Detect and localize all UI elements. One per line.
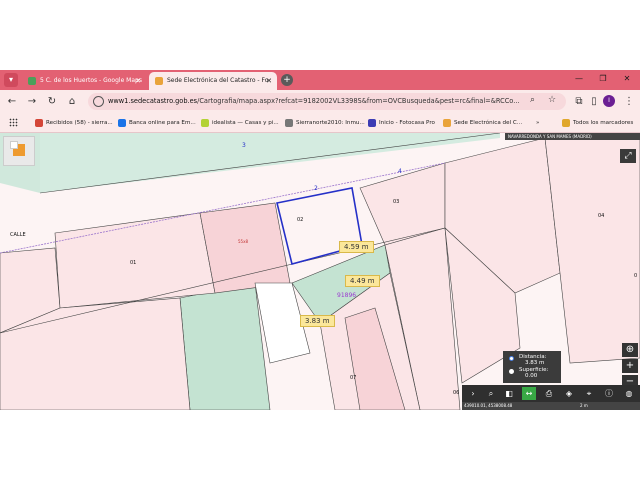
all-bookmarks-folder[interactable]: Todos los marcadores [562,113,633,133]
url-text: www1.sedecatastro.gob.es/Cartografia/map… [108,97,520,105]
fc-icon [285,119,293,127]
layers-icon[interactable]: ◧ [502,387,516,400]
forward-icon[interactable]: → [25,95,39,109]
close-tab-icon[interactable]: ✕ [135,72,141,90]
parcel-label: 0 [634,273,637,279]
bookmarks-bar: Recibidos (58) - sierra... Banca online … [0,113,640,133]
coordinate-readout: 439010.01, 4538008.48 [464,403,513,408]
print-icon[interactable]: ⎙ [542,387,556,400]
restore-icon[interactable]: ❐ [596,74,610,83]
idealista-icon [201,119,209,127]
gmail-icon [35,119,43,127]
map-footer: 439010.01, 4538008.48 2 m [462,402,640,410]
measurement-panel: Distancia: 3.83 m Superficie: 0.00 [503,351,561,383]
compass-icon[interactable]: ◈ [562,387,576,400]
tab-catastro[interactable]: Sede Electrónica del Catastro - Fo ✕ [149,72,277,90]
zoom-search-icon[interactable]: ⌕ [530,95,535,105]
map-toolbar: › ⌕ ◧ ↔ ⎙ ◈ ⌖ ⓘ ◍ [462,385,640,402]
tab-strip: ▾ 5 C. de los Huertos - Google Maps ✕ Se… [0,70,640,90]
expand-arrow-icon[interactable]: › [466,387,480,400]
parcel-label: 03 [393,199,399,205]
parcel-label: 02 [297,217,303,223]
zoom-in-button[interactable]: + [622,359,638,373]
measure-label-bottom: 3.83 m [300,315,335,327]
distance-option[interactable]: Distancia: 3.83 m [507,354,557,367]
area-option[interactable]: Superficie: 0.00 [507,367,557,380]
bookmark-sierranorte[interactable]: Sierranorte2010: Inmu... [285,113,365,133]
bookmark-catastro[interactable]: Sede Electrónica del C... [443,113,522,133]
close-tab-icon[interactable]: ✕ [266,72,272,90]
fotocasa-icon [368,119,376,127]
parcel-label: 01 [130,260,136,266]
cadastre-map[interactable]: 3 2 4 CALLE 02 03 04 01 07 06 0 91896 55… [0,133,640,410]
parcel-label: 2 [314,185,318,192]
new-tab-button[interactable]: + [281,74,293,86]
home-icon[interactable]: ⌂ [65,95,79,109]
minimize-icon[interactable]: — [572,74,586,83]
globe-icon[interactable]: ◍ [622,387,636,400]
tab-label: 5 C. de los Huertos - Google Maps [40,77,142,84]
reload-icon[interactable]: ↻ [45,95,59,109]
address-bar[interactable]: www1.sedecatastro.gob.es/Cartografia/map… [88,93,566,110]
parcel [199,202,291,294]
browser-window: ▾ 5 C. de los Huertos - Google Maps ✕ Se… [0,70,640,410]
parcel-label: 4 [398,168,402,175]
parcel-label: 06 [453,390,459,396]
street-label: CALLE [10,232,26,238]
tab-label: Sede Electrónica del Catastro - Fo [167,77,269,84]
bookmark-idealista[interactable]: idealista — Casas y pi... [201,113,279,133]
bookmark-gmail[interactable]: Recibidos (58) - sierra... [35,113,113,133]
tab-search-button[interactable]: ▾ [4,73,18,87]
parcel-label: 07 [350,375,356,381]
browser-toolbar: ← → ↻ ⌂ www1.sedecatastro.gob.es/Cartogr… [0,90,640,113]
side-panel-icon[interactable]: ▯ [587,95,601,109]
location-pin-icon[interactable]: ⌖ [582,387,596,400]
bookmark-bank[interactable]: Banca online para Em... [118,113,196,133]
measure-icon[interactable]: ↔ [522,387,536,400]
radio-selected-icon[interactable] [509,356,514,361]
tab-google-maps[interactable]: 5 C. de los Huertos - Google Maps ✕ [22,72,146,90]
profile-avatar[interactable]: I [603,95,615,107]
catastro-logo [3,136,35,166]
subparcel-label: 55x8 [238,239,248,244]
parcel [544,133,640,364]
location-readout: NAVARREDONDA Y SAN MAMES (MADRID) [505,133,640,140]
apps-grid-icon[interactable] [9,118,18,127]
measure-label-top: 4.59 m [339,241,374,253]
fullscreen-icon[interactable]: ⤢ [620,149,636,163]
parcel-label: 04 [598,213,604,219]
parcel-reference: 91896 [337,292,356,299]
search-icon[interactable]: ⌕ [484,387,498,400]
scale-label: 2 m [580,403,588,408]
measure-label-right: 4.49 m [345,275,380,287]
bank-icon [118,119,126,127]
green-parcel [179,282,271,410]
catastro-favicon-icon [155,77,163,85]
radio-icon[interactable] [509,369,514,374]
site-info-icon[interactable] [93,96,104,107]
bookmark-star-icon[interactable]: ☆ [548,95,556,105]
google-maps-favicon-icon [28,77,36,85]
parcel-label: 3 [242,142,246,149]
locate-icon[interactable]: ⊕ [622,343,638,357]
bookmark-fotocasa[interactable]: Inicio - Fotocasa Pro [368,113,435,133]
info-icon[interactable]: ⓘ [602,387,616,400]
folder-icon [562,119,570,127]
close-window-icon[interactable]: ✕ [620,74,634,83]
bookmarks-overflow-button[interactable]: » [536,113,539,133]
menu-icon[interactable]: ⋮ [622,95,636,109]
back-icon[interactable]: ← [5,95,19,109]
extensions-icon[interactable]: ⧉ [572,95,586,109]
catastro-icon [443,119,451,127]
